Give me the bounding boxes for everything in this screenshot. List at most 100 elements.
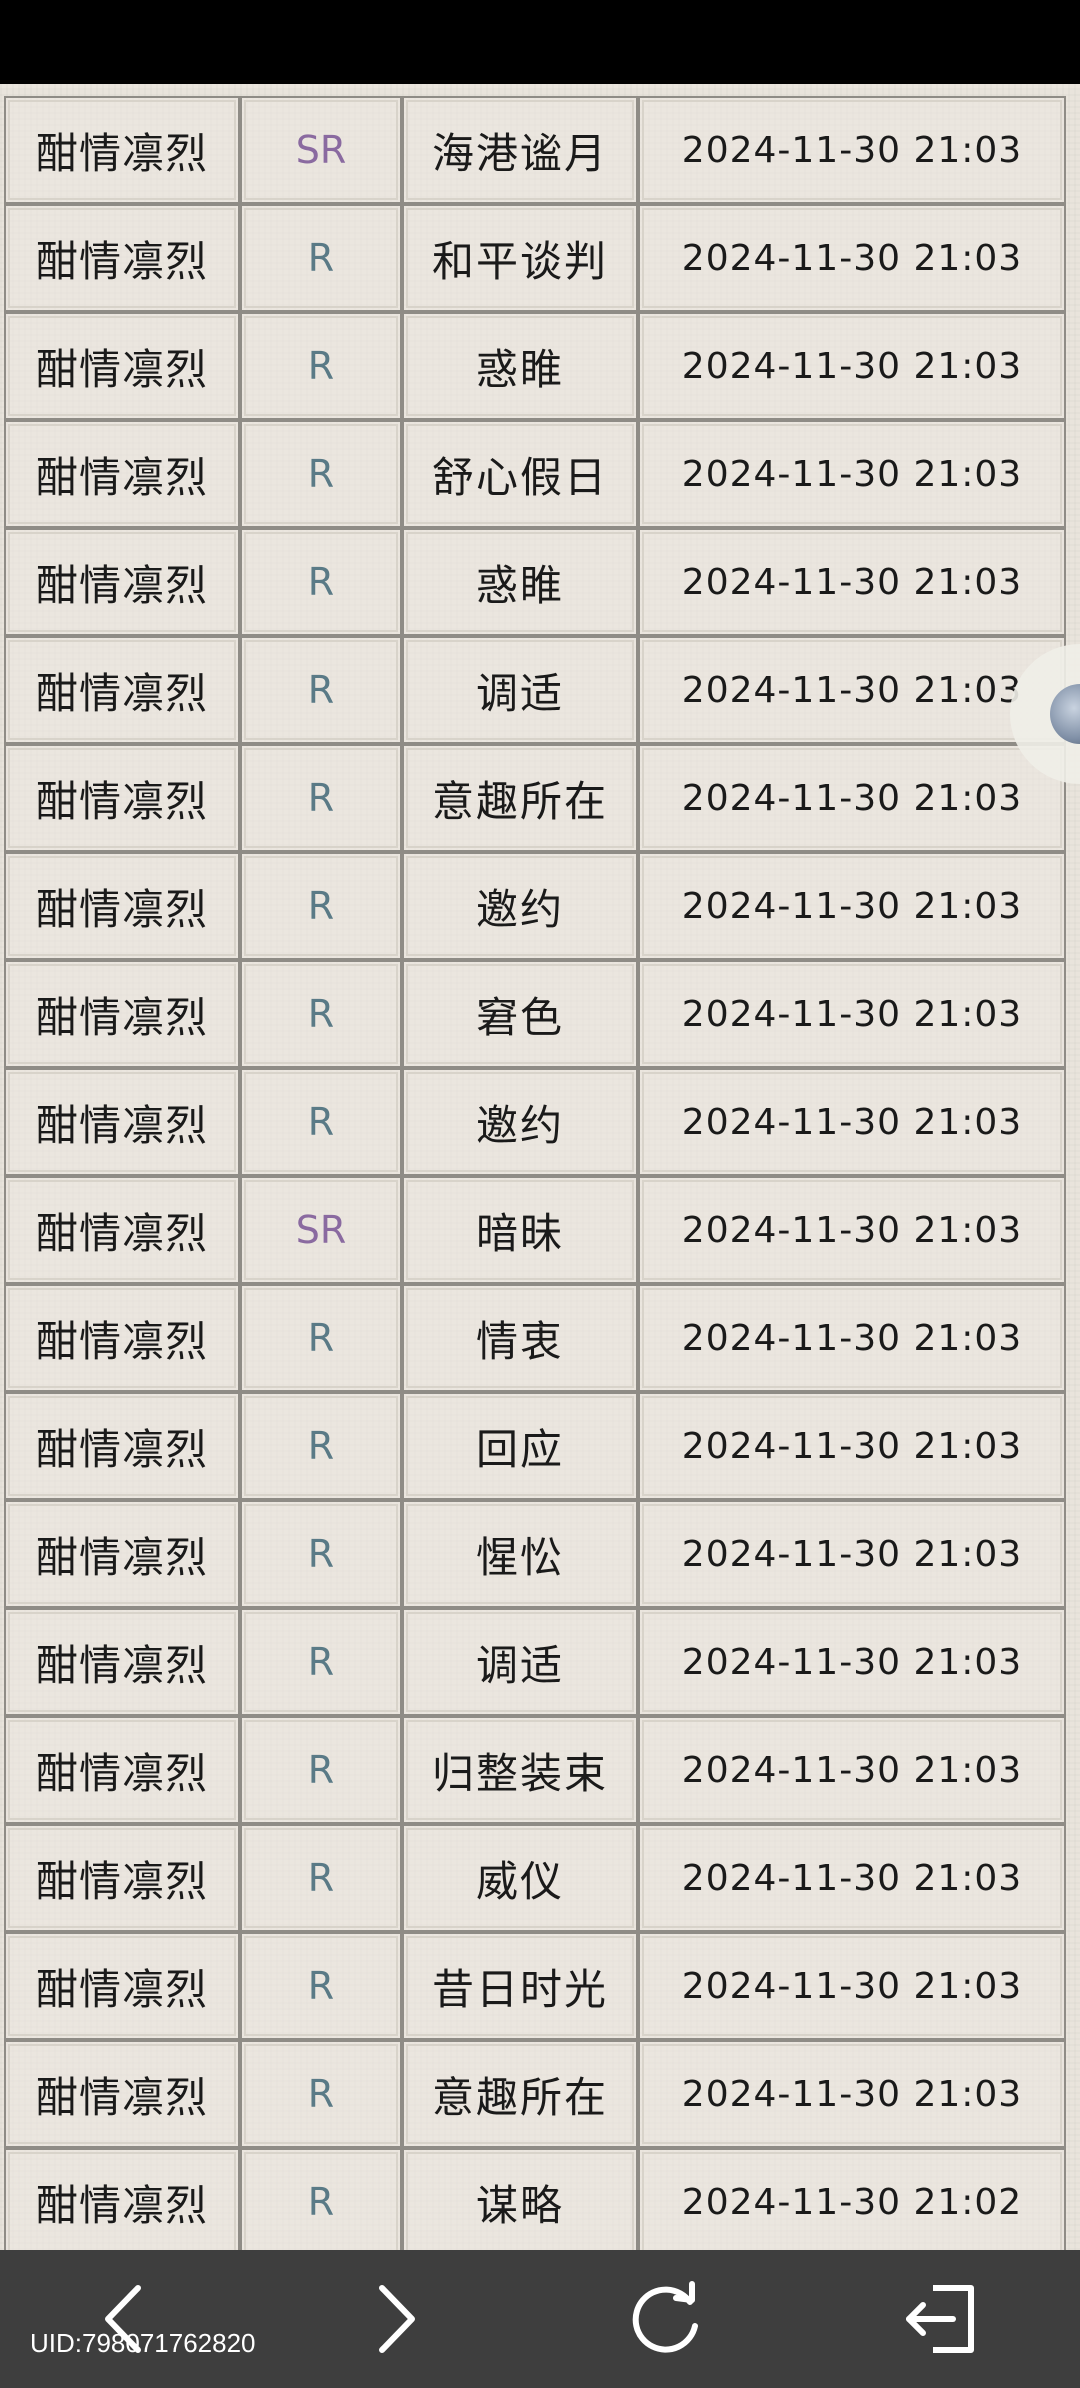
record-item-cell: 归整装束 xyxy=(402,1716,638,1824)
record-row: 酣情凛烈 R 舒心假日 2024-11-30 21:03 xyxy=(4,420,1066,528)
record-item-cell: 海港谧月 xyxy=(402,96,638,204)
record-item-cell: 意趣所在 xyxy=(402,2040,638,2148)
record-time-cell: 2024-11-30 21:03 xyxy=(638,960,1066,1068)
forward-button[interactable] xyxy=(350,2274,440,2364)
record-name-cell: 酣情凛烈 xyxy=(4,1176,240,1284)
record-item-cell: 惑睢 xyxy=(402,312,638,420)
record-time-cell: 2024-11-30 21:03 xyxy=(638,1392,1066,1500)
record-row: 酣情凛烈 R 惺忪 2024-11-30 21:03 xyxy=(4,1500,1066,1608)
record-row: 酣情凛烈 R 威仪 2024-11-30 21:03 xyxy=(4,1824,1066,1932)
record-name-cell: 酣情凛烈 xyxy=(4,312,240,420)
record-time-cell: 2024-11-30 21:03 xyxy=(638,1176,1066,1284)
record-time-cell: 2024-11-30 21:03 xyxy=(638,204,1066,312)
record-item-cell: 情衷 xyxy=(402,1284,638,1392)
record-row: 酣情凛烈 R 邀约 2024-11-30 21:03 xyxy=(4,1068,1066,1176)
record-rarity-cell: R xyxy=(240,1716,402,1824)
record-name-cell: 酣情凛烈 xyxy=(4,1716,240,1824)
record-rarity-cell: R xyxy=(240,1824,402,1932)
record-name-cell: 酣情凛烈 xyxy=(4,1392,240,1500)
record-time-cell: 2024-11-30 21:03 xyxy=(638,1716,1066,1824)
record-time-cell: 2024-11-30 21:03 xyxy=(638,1932,1066,2040)
record-item-cell: 谋略 xyxy=(402,2148,638,2250)
record-rarity-cell: R xyxy=(240,1068,402,1176)
record-time-cell: 2024-11-30 21:03 xyxy=(638,96,1066,204)
exit-button[interactable] xyxy=(895,2274,985,2364)
record-time-cell: 2024-11-30 21:03 xyxy=(638,312,1066,420)
record-name-cell: 酣情凛烈 xyxy=(4,636,240,744)
record-item-cell: 舒心假日 xyxy=(402,420,638,528)
record-table-body: 酣情凛烈 SR 海港谧月 2024-11-30 21:03 酣情凛烈 R 和平谈判 2024-… xyxy=(4,96,1066,2250)
bottom-navigation-bar xyxy=(0,2250,1080,2388)
record-name-cell: 酣情凛烈 xyxy=(4,1608,240,1716)
record-rarity-cell: R xyxy=(240,2040,402,2148)
record-row: 酣情凛烈 R 意趣所在 2024-11-30 21:03 xyxy=(4,744,1066,852)
record-name-cell: 酣情凛烈 xyxy=(4,1932,240,2040)
record-rarity-cell: R xyxy=(240,420,402,528)
record-row: 酣情凛烈 SR 暗昧 2024-11-30 21:03 xyxy=(4,1176,1066,1284)
record-time-cell: 2024-11-30 21:03 xyxy=(638,2040,1066,2148)
uid-label: UID:798071762820 xyxy=(30,2328,256,2358)
refresh-button[interactable] xyxy=(620,2274,710,2364)
record-name-cell: 酣情凛烈 xyxy=(4,1068,240,1176)
record-name-cell: 酣情凛烈 xyxy=(4,528,240,636)
record-rarity-cell: R xyxy=(240,1500,402,1608)
record-time-cell: 2024-11-30 21:03 xyxy=(638,1500,1066,1608)
record-name-cell: 酣情凛烈 xyxy=(4,1500,240,1608)
record-row: 酣情凛烈 R 邀约 2024-11-30 21:03 xyxy=(4,852,1066,960)
record-name-cell: 酣情凛烈 xyxy=(4,96,240,204)
record-item-cell: 和平谈判 xyxy=(402,204,638,312)
record-row: 酣情凛烈 R 窘色 2024-11-30 21:03 xyxy=(4,960,1066,1068)
record-rarity-cell: R xyxy=(240,312,402,420)
record-time-cell: 2024-11-30 21:03 xyxy=(638,528,1066,636)
chevron-right-icon xyxy=(379,2285,415,2353)
record-row: 酣情凛烈 R 回应 2024-11-30 21:03 xyxy=(4,1392,1066,1500)
record-name-cell: 酣情凛烈 xyxy=(4,2040,240,2148)
record-rarity-cell: R xyxy=(240,1392,402,1500)
record-item-cell: 邀约 xyxy=(402,1068,638,1176)
record-row: 酣情凛烈 R 调适 2024-11-30 21:03 xyxy=(4,636,1066,744)
gacha-record-table: 酣情凛烈 SR 海港谧月 2024-11-30 21:03 酣情凛烈 R 和平谈判 2024-… xyxy=(4,96,1066,2250)
record-name-cell: 酣情凛烈 xyxy=(4,1284,240,1392)
record-rarity-cell: R xyxy=(240,1932,402,2040)
record-row: 酣情凛烈 R 谋略 2024-11-30 21:02 xyxy=(4,2148,1066,2250)
record-item-cell: 调适 xyxy=(402,636,638,744)
record-rarity-cell: R xyxy=(240,1608,402,1716)
record-item-cell: 惺忪 xyxy=(402,1500,638,1608)
record-rarity-cell: R xyxy=(240,636,402,744)
record-row: 酣情凛烈 R 情衷 2024-11-30 21:03 xyxy=(4,1284,1066,1392)
record-time-cell: 2024-11-30 21:03 xyxy=(638,744,1066,852)
record-row: 酣情凛烈 R 惑睢 2024-11-30 21:03 xyxy=(4,312,1066,420)
refresh-icon xyxy=(632,2281,698,2353)
record-item-cell: 调适 xyxy=(402,1608,638,1716)
record-rarity-cell: R xyxy=(240,852,402,960)
record-rarity-cell: SR xyxy=(240,96,402,204)
record-time-cell: 2024-11-30 21:03 xyxy=(638,1608,1066,1716)
record-name-cell: 酣情凛烈 xyxy=(4,744,240,852)
record-name-cell: 酣情凛烈 xyxy=(4,204,240,312)
record-row: 酣情凛烈 R 昔日时光 2024-11-30 21:03 xyxy=(4,1932,1066,2040)
record-name-cell: 酣情凛烈 xyxy=(4,852,240,960)
record-item-cell: 窘色 xyxy=(402,960,638,1068)
record-name-cell: 酣情凛烈 xyxy=(4,420,240,528)
record-time-cell: 2024-11-30 21:03 xyxy=(638,1824,1066,1932)
record-rarity-cell: R xyxy=(240,204,402,312)
record-time-cell: 2024-11-30 21:03 xyxy=(638,636,1066,744)
record-rarity-cell: R xyxy=(240,528,402,636)
record-item-cell: 威仪 xyxy=(402,1824,638,1932)
record-row: 酣情凛烈 R 归整装束 2024-11-30 21:03 xyxy=(4,1716,1066,1824)
record-time-cell: 2024-11-30 21:03 xyxy=(638,1284,1066,1392)
record-row: 酣情凛烈 SR 海港谧月 2024-11-30 21:03 xyxy=(4,96,1066,204)
record-item-cell: 惑睢 xyxy=(402,528,638,636)
record-name-cell: 酣情凛烈 xyxy=(4,960,240,1068)
record-item-cell: 意趣所在 xyxy=(402,744,638,852)
record-rarity-cell: R xyxy=(240,744,402,852)
record-item-cell: 暗昧 xyxy=(402,1176,638,1284)
record-item-cell: 昔日时光 xyxy=(402,1932,638,2040)
record-rarity-cell: R xyxy=(240,2148,402,2250)
record-time-cell: 2024-11-30 21:03 xyxy=(638,852,1066,960)
record-page: 酣情凛烈 SR 海港谧月 2024-11-30 21:03 酣情凛烈 R 和平谈判 2024-… xyxy=(0,84,1080,2250)
record-time-cell: 2024-11-30 21:03 xyxy=(638,1068,1066,1176)
record-row: 酣情凛烈 R 惑睢 2024-11-30 21:03 xyxy=(4,528,1066,636)
record-time-cell: 2024-11-30 21:03 xyxy=(638,420,1066,528)
record-row: 酣情凛烈 R 调适 2024-11-30 21:03 xyxy=(4,1608,1066,1716)
